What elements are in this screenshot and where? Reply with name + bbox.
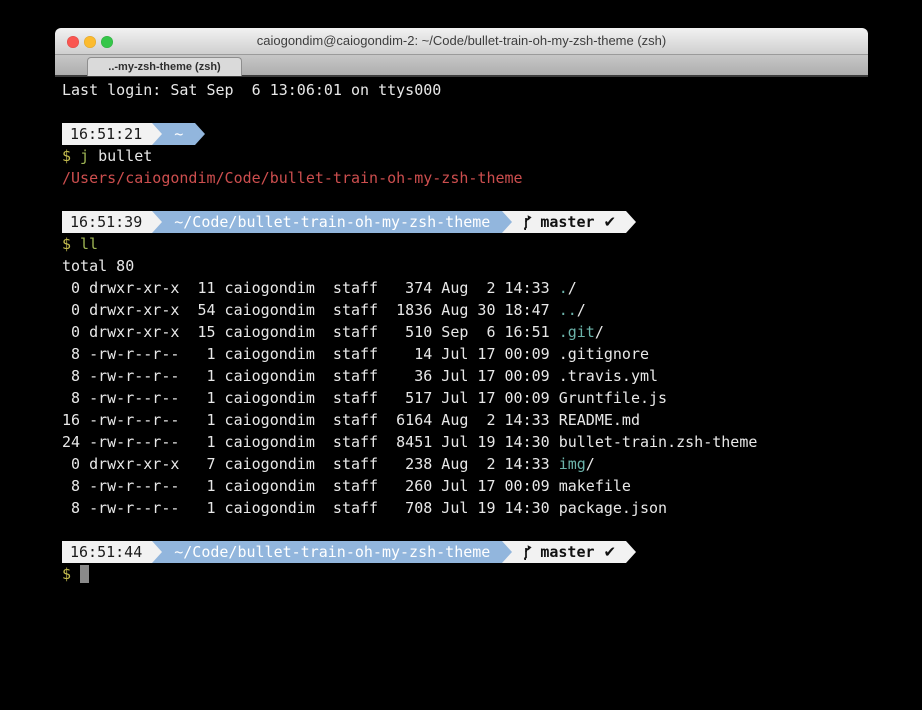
last-login-line: Last login: Sat Sep 6 13:06:01 on ttys00…	[62, 79, 868, 101]
input-line[interactable]: $	[62, 563, 868, 585]
ls-row: 8 -rw-r--r-- 1 caiogondim staff 517 Jul …	[62, 387, 868, 409]
powerline-arrow-icon	[152, 211, 162, 233]
prompt-time-segment: 16:51:39	[62, 211, 152, 233]
close-button[interactable]	[67, 36, 79, 48]
command-name: j	[80, 145, 89, 167]
ls-row-meta: 8 -rw-r--r-- 1 caiogondim staff 14 Jul 1…	[62, 343, 559, 365]
ls-row: 8 -rw-r--r-- 1 caiogondim staff 14 Jul 1…	[62, 343, 868, 365]
ls-row-filename: package.json	[559, 497, 667, 519]
ls-listing: 0 drwxr-xr-x 11 caiogondim staff 374 Aug…	[62, 277, 868, 519]
git-branch-icon	[522, 544, 533, 560]
ls-row-filename: README.md	[559, 409, 640, 431]
ls-row: 16 -rw-r--r-- 1 caiogondim staff 6164 Au…	[62, 409, 868, 431]
ls-row: 0 drwxr-xr-x 11 caiogondim staff 374 Aug…	[62, 277, 868, 299]
ls-row-filename: ..	[559, 299, 577, 321]
tab-bar: ..-my-zsh-theme (zsh)	[55, 55, 868, 77]
prompt-line-3: 16:51:44 ~/Code/bullet-train-oh-my-zsh-t…	[62, 541, 868, 563]
ls-row-meta: 0 drwxr-xr-x 11 caiogondim staff 374 Aug…	[62, 277, 559, 299]
powerline-arrow-icon	[626, 211, 636, 233]
git-branch-icon	[522, 214, 533, 230]
command-line-2: $ ll	[62, 233, 868, 255]
ls-row-type-indicator: /	[586, 453, 595, 475]
git-clean-check-icon: ✔	[604, 211, 617, 233]
ls-row-type-indicator: /	[577, 299, 586, 321]
powerline-arrow-icon	[502, 211, 512, 233]
ls-row-filename: bullet-train.zsh-theme	[559, 431, 758, 453]
ls-row-meta: 8 -rw-r--r-- 1 caiogondim staff 517 Jul …	[62, 387, 559, 409]
prompt-char: $	[62, 233, 71, 255]
ls-row-filename: makefile	[559, 475, 631, 497]
command-name: ll	[80, 233, 98, 255]
command-line-1: $ j bullet	[62, 145, 868, 167]
ls-row-meta: 0 drwxr-xr-x 54 caiogondim staff 1836 Au…	[62, 299, 559, 321]
prompt-line-1: 16:51:21 ~	[62, 123, 868, 145]
prompt-dir-segment: ~/Code/bullet-train-oh-my-zsh-theme	[162, 541, 502, 563]
tab-label: ..-my-zsh-theme (zsh)	[108, 61, 220, 73]
ls-total-line: total 80	[62, 255, 868, 277]
minimize-button[interactable]	[84, 36, 96, 48]
ls-row-meta: 16 -rw-r--r-- 1 caiogondim staff 6164 Au…	[62, 409, 559, 431]
powerline-arrow-icon	[195, 123, 205, 145]
ls-row-type-indicator: /	[595, 321, 604, 343]
command-args: bullet	[89, 145, 152, 167]
ls-row: 0 drwxr-xr-x 7 caiogondim staff 238 Aug …	[62, 453, 868, 475]
blank-line	[62, 189, 868, 211]
prompt-dir-segment: ~/Code/bullet-train-oh-my-zsh-theme	[162, 211, 502, 233]
ls-row-meta: 24 -rw-r--r-- 1 caiogondim staff 8451 Ju…	[62, 431, 559, 453]
blank-line	[62, 101, 868, 123]
ls-row-filename: Gruntfile.js	[559, 387, 667, 409]
git-branch-name: master	[540, 541, 594, 563]
ls-row-meta: 0 drwxr-xr-x 15 caiogondim staff 510 Sep…	[62, 321, 559, 343]
ls-row: 8 -rw-r--r-- 1 caiogondim staff 708 Jul …	[62, 497, 868, 519]
traffic-lights	[67, 36, 113, 48]
ls-row-meta: 8 -rw-r--r-- 1 caiogondim staff 708 Jul …	[62, 497, 559, 519]
ls-row-filename: .git	[559, 321, 595, 343]
terminal-screen[interactable]: Last login: Sat Sep 6 13:06:01 on ttys00…	[55, 77, 868, 710]
powerline-arrow-icon	[152, 123, 162, 145]
ls-row: 24 -rw-r--r-- 1 caiogondim staff 8451 Ju…	[62, 431, 868, 453]
powerline-arrow-icon	[502, 541, 512, 563]
prompt-char: $	[62, 145, 71, 167]
ls-row-meta: 8 -rw-r--r-- 1 caiogondim staff 260 Jul …	[62, 475, 559, 497]
ls-row: 8 -rw-r--r-- 1 caiogondim staff 260 Jul …	[62, 475, 868, 497]
jump-output-path: /Users/caiogondim/Code/bullet-train-oh-m…	[62, 167, 868, 189]
terminal-tab[interactable]: ..-my-zsh-theme (zsh)	[87, 57, 242, 76]
ls-row-filename: .travis.yml	[559, 365, 658, 387]
window-titlebar[interactable]: caiogondim@caiogondim-2: ~/Code/bullet-t…	[55, 28, 868, 55]
ls-row-filename: .	[559, 277, 568, 299]
ls-row-meta: 8 -rw-r--r-- 1 caiogondim staff 36 Jul 1…	[62, 365, 559, 387]
zoom-button[interactable]	[101, 36, 113, 48]
powerline-arrow-icon	[152, 541, 162, 563]
prompt-line-2: 16:51:39 ~/Code/bullet-train-oh-my-zsh-t…	[62, 211, 868, 233]
terminal-window: caiogondim@caiogondim-2: ~/Code/bullet-t…	[55, 28, 868, 710]
text-cursor	[80, 565, 89, 583]
window-title: caiogondim@caiogondim-2: ~/Code/bullet-t…	[55, 28, 868, 54]
ls-row: 8 -rw-r--r-- 1 caiogondim staff 36 Jul 1…	[62, 365, 868, 387]
prompt-time-segment: 16:51:44	[62, 541, 152, 563]
prompt-char: $	[62, 563, 71, 585]
ls-row: 0 drwxr-xr-x 54 caiogondim staff 1836 Au…	[62, 299, 868, 321]
prompt-time-segment: 16:51:21	[62, 123, 152, 145]
git-branch-name: master	[540, 211, 594, 233]
git-clean-check-icon: ✔	[604, 541, 617, 563]
prompt-dir-segment: ~	[162, 123, 195, 145]
ls-row-filename: img	[559, 453, 586, 475]
ls-row-type-indicator: /	[568, 277, 577, 299]
prompt-git-segment: master ✔	[512, 541, 626, 563]
ls-row-filename: .gitignore	[559, 343, 649, 365]
ls-row-meta: 0 drwxr-xr-x 7 caiogondim staff 238 Aug …	[62, 453, 559, 475]
prompt-git-segment: master ✔	[512, 211, 626, 233]
ls-row: 0 drwxr-xr-x 15 caiogondim staff 510 Sep…	[62, 321, 868, 343]
powerline-arrow-icon	[626, 541, 636, 563]
blank-line	[62, 519, 868, 541]
